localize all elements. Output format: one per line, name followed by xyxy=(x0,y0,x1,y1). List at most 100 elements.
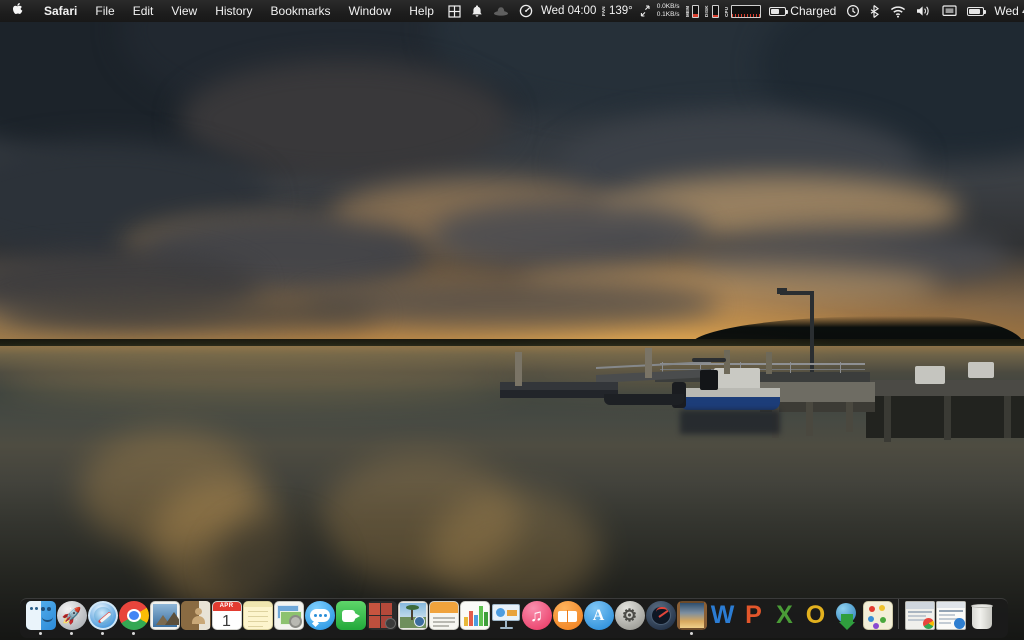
iphoto-icon xyxy=(397,601,428,631)
cpu-indicator[interactable]: CPU xyxy=(722,0,765,22)
outlook-letter: O xyxy=(805,601,826,630)
memory-indicator[interactable]: MEM xyxy=(683,0,703,22)
dock-item-microsoft-powerpoint[interactable]: P xyxy=(738,601,769,635)
menu-item-help[interactable]: Help xyxy=(400,0,443,22)
piling-tall xyxy=(766,352,772,374)
dock-item-launchpad[interactable]: 🚀 xyxy=(56,601,87,635)
clock-icon[interactable] xyxy=(841,0,865,22)
disk-gauge xyxy=(711,4,719,18)
dock-item-microsoft-outlook[interactable]: O xyxy=(800,601,831,635)
running-indicator xyxy=(690,632,693,635)
menu-bar: Safari File Edit View History Bookmarks … xyxy=(0,0,1024,22)
disk-indicator[interactable]: DISK xyxy=(702,0,722,22)
facetime-icon xyxy=(335,601,366,631)
grid-squares-icon[interactable] xyxy=(443,0,466,22)
menu-bar-clock[interactable]: Wed 4:00 PM xyxy=(989,0,1024,22)
dock-item-itunes[interactable]: ♫ xyxy=(521,601,552,635)
menu-item-edit[interactable]: Edit xyxy=(124,0,163,22)
contacts-book-icon xyxy=(180,601,211,631)
diagonal-arrows-icon[interactable] xyxy=(636,0,654,22)
outlook-icon: O xyxy=(801,601,831,630)
speedometer-icon[interactable] xyxy=(514,0,538,22)
ibooks-icon xyxy=(552,601,583,631)
running-indicator xyxy=(132,632,135,635)
pier-deck-right xyxy=(866,380,1024,396)
network-download-speed: 0.1KB/s xyxy=(656,11,680,18)
battery-icon xyxy=(769,6,789,16)
wifi-icon[interactable] xyxy=(885,0,911,22)
bell-icon[interactable] xyxy=(466,0,488,22)
dock-item-system-preferences[interactable]: ⚙ xyxy=(614,601,645,635)
menu-item-safari[interactable]: Safari xyxy=(35,0,86,22)
network-speed-indicator[interactable]: 0.0KB/s 0.1KB/s xyxy=(654,0,683,22)
dock-item-desktop-window[interactable] xyxy=(676,601,707,635)
dock-item-iphoto[interactable] xyxy=(397,601,428,635)
display-mirror-icon[interactable] xyxy=(937,0,962,22)
menu-item-view[interactable]: View xyxy=(162,0,206,22)
dock-item-finder[interactable] xyxy=(25,601,56,635)
dock-item-app-store[interactable]: A xyxy=(583,601,614,635)
dock-item-keynote[interactable] xyxy=(490,601,521,635)
dock-item-istat-menus[interactable] xyxy=(645,601,676,635)
dock-item-contacts[interactable] xyxy=(180,601,211,635)
dock-item-microsoft-excel[interactable]: X xyxy=(769,601,800,635)
calendar-day: 1 xyxy=(222,613,231,630)
running-indicator xyxy=(39,632,42,635)
minimized-window-thumbnail xyxy=(935,601,966,631)
menu-item-window[interactable]: Window xyxy=(340,0,401,22)
dock-item-safari[interactable] xyxy=(87,601,118,635)
dock-railing-post xyxy=(790,362,791,373)
boat-reflection xyxy=(680,410,780,434)
dock-item-preview[interactable] xyxy=(149,601,180,635)
dock-item-ibooks[interactable] xyxy=(552,601,583,635)
desktop-window-icon xyxy=(676,601,707,631)
battery-status-indicator[interactable]: Charged xyxy=(764,0,841,22)
dock-item-downloader[interactable] xyxy=(831,601,862,635)
dock-storage-box xyxy=(915,366,945,384)
dock-item-painter[interactable] xyxy=(862,601,893,635)
dock-item-calendar[interactable]: APR 1 xyxy=(211,601,242,635)
bluetooth-icon[interactable] xyxy=(865,0,885,22)
dock-piling xyxy=(846,402,853,432)
battery-charging-icon[interactable] xyxy=(962,0,989,22)
desktop-wallpaper[interactable] xyxy=(0,0,1024,640)
dock-item-messages[interactable] xyxy=(304,601,335,635)
dock-item-trash[interactable] xyxy=(966,601,997,635)
volume-icon[interactable] xyxy=(911,0,937,22)
preview-icon xyxy=(149,601,180,631)
dock-item-microsoft-word[interactable]: W xyxy=(707,601,738,635)
bowler-hat-icon[interactable] xyxy=(488,0,514,22)
dock-item-mail-settings[interactable] xyxy=(273,601,304,635)
dock-item-facetime[interactable] xyxy=(335,601,366,635)
menu-item-history[interactable]: History xyxy=(206,0,261,22)
boat-hull-left xyxy=(604,394,684,405)
dock-light-fixture xyxy=(777,288,787,294)
boat-canopy xyxy=(692,358,726,362)
menu-item-file[interactable]: File xyxy=(86,0,123,22)
apple-logo-icon[interactable] xyxy=(0,0,35,22)
dock-piling xyxy=(806,402,813,436)
photo-booth-icon xyxy=(366,601,397,631)
safari-compass-icon xyxy=(87,601,118,631)
fan-value: 139° xyxy=(608,5,633,17)
fan-temperature-indicator[interactable]: FAN 139° xyxy=(599,0,635,22)
dock-storage-box xyxy=(968,362,994,378)
dock-item-pages[interactable] xyxy=(428,601,459,635)
download-globe-icon xyxy=(832,601,862,630)
dock-item-minimized-document-window[interactable] xyxy=(935,601,966,635)
disk-label: DISK xyxy=(704,5,710,17)
istat-time-label[interactable]: Wed 04:00 xyxy=(538,0,599,22)
calendar-month: APR xyxy=(212,602,241,611)
dock[interactable]: 🚀 APR 1 ♫ A ⚙ W P X O xyxy=(20,598,1008,638)
dock-item-minimized-chrome-window[interactable] xyxy=(904,601,935,635)
boat-deck xyxy=(680,388,780,397)
dock-item-numbers[interactable] xyxy=(459,601,490,635)
dock-item-photo-booth[interactable] xyxy=(366,601,397,635)
dock-item-chrome[interactable] xyxy=(118,601,149,635)
word-letter: W xyxy=(710,601,735,630)
dock-railing-post xyxy=(840,362,841,373)
menu-item-bookmarks[interactable]: Bookmarks xyxy=(262,0,340,22)
mail-settings-icon xyxy=(273,601,304,631)
menu-bar-left: Safari File Edit View History Bookmarks … xyxy=(0,0,443,22)
dock-item-notes[interactable] xyxy=(242,601,273,635)
